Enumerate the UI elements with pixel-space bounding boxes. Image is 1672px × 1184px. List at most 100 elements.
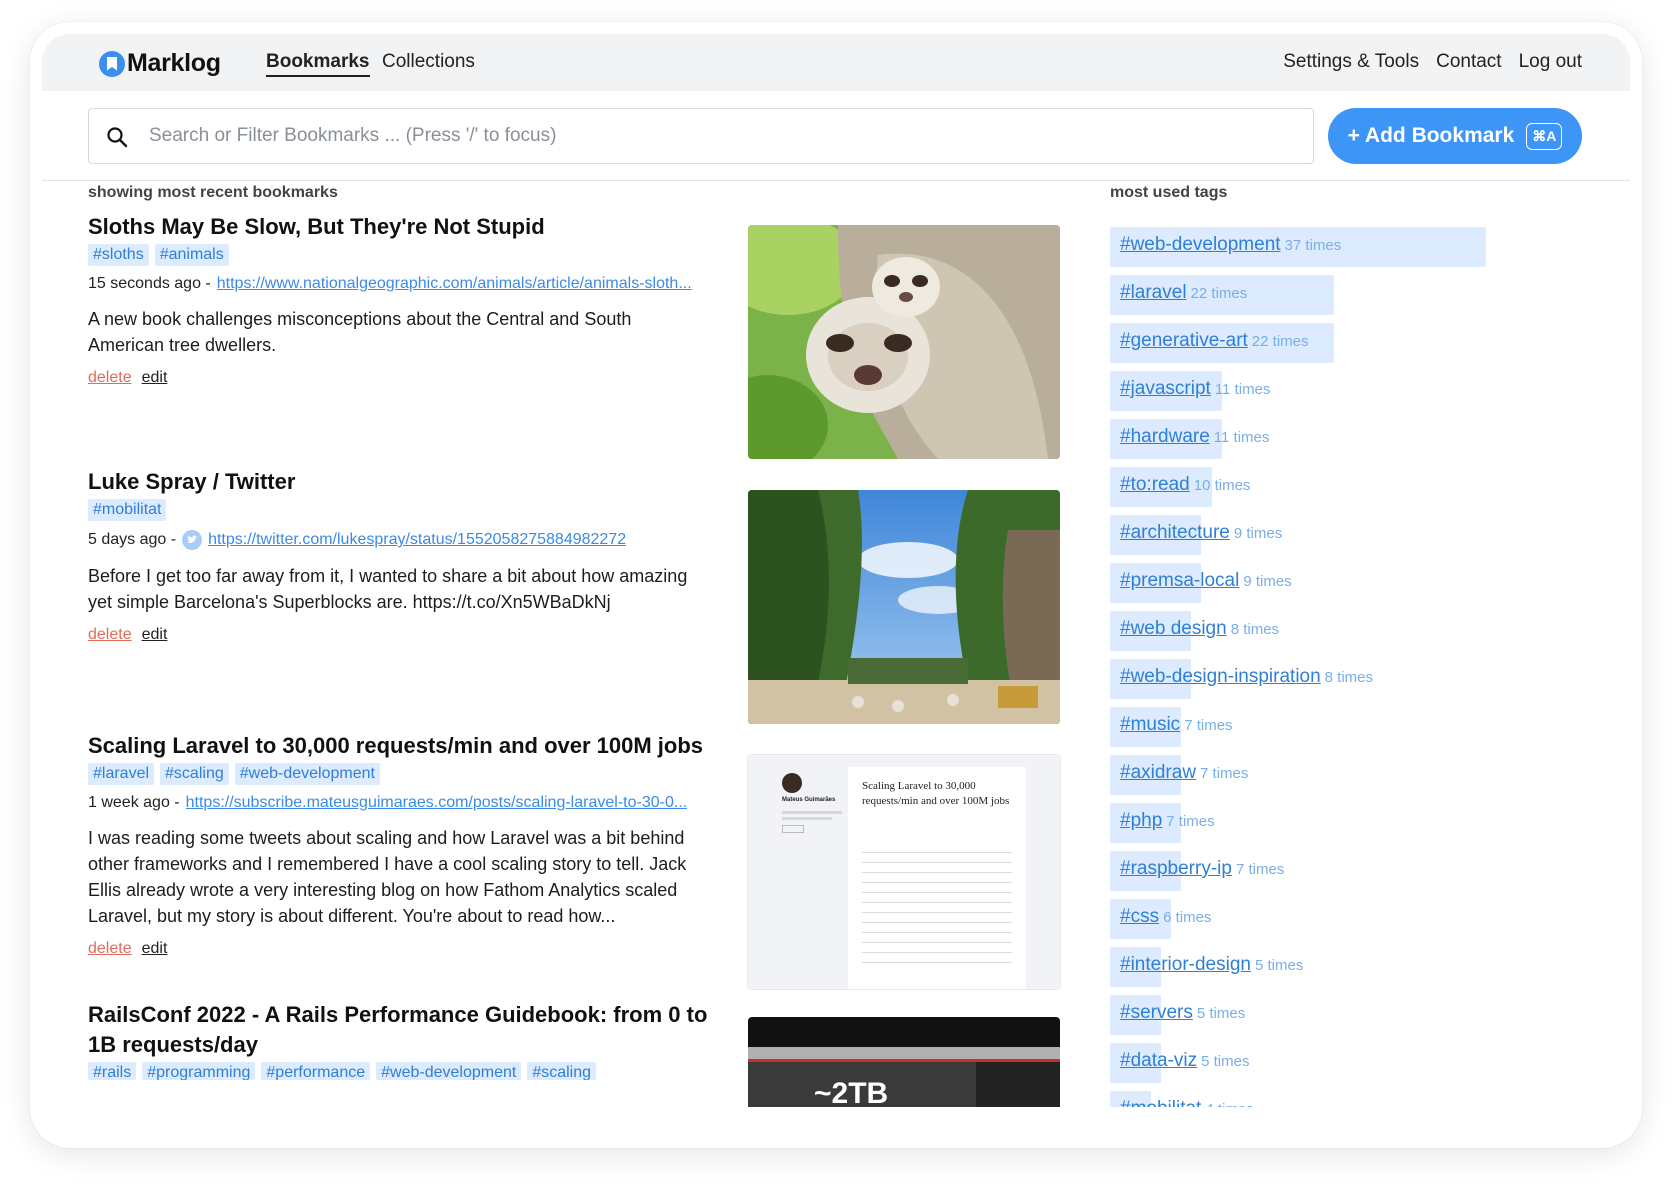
tag-row[interactable]: #generative-art 22 times [1110, 323, 1570, 363]
tag-chip[interactable]: #animals [154, 244, 229, 266]
bookmark-thumbnail-article[interactable]: Mateus Guimarães Scaling Laravel to 30,0… [748, 755, 1060, 989]
nav-contact[interactable]: Contact [1436, 51, 1501, 73]
tag-name-link[interactable]: #raspberry-ip [1120, 858, 1232, 879]
nav-settings[interactable]: Settings & Tools [1283, 51, 1419, 73]
bookmark-url[interactable]: https://www.nationalgeographic.com/anima… [217, 275, 692, 293]
tag-count: 10 times [1193, 477, 1251, 494]
tag-row[interactable]: #interior-design 5 times [1110, 947, 1570, 987]
edit-link[interactable]: edit [142, 626, 168, 644]
delete-link[interactable]: delete [88, 369, 132, 387]
bookmark-url[interactable]: https://twitter.com/lukespray/status/155… [208, 531, 626, 549]
tag-count: 5 times [1254, 957, 1304, 974]
tag-name-link[interactable]: #interior-design [1120, 954, 1251, 975]
subscribe-mini [782, 825, 804, 833]
tag-name-link[interactable]: #premsa-local [1120, 570, 1239, 591]
tag-row[interactable]: #web-design-inspiration 8 times [1110, 659, 1570, 699]
bookmark-title[interactable]: Scaling Laravel to 30,000 requests/min a… [88, 731, 728, 761]
shortcut-badge: ⌘A [1526, 122, 1563, 150]
tag-chip[interactable]: #web-development [376, 1062, 522, 1080]
tag-chip[interactable]: #performance [261, 1062, 371, 1080]
tag-name-link[interactable]: #architecture [1120, 522, 1230, 543]
tag-name-link[interactable]: #data-viz [1120, 1050, 1197, 1071]
bookmark-thumbnail-video[interactable]: ~2TB [748, 1017, 1060, 1107]
tag-row[interactable]: #premsa-local 9 times [1110, 563, 1570, 603]
tag-name-link[interactable]: #axidraw [1120, 762, 1196, 783]
tag-name-link[interactable]: #hardware [1120, 426, 1210, 447]
bookmark-title[interactable]: Sloths May Be Slow, But They're Not Stup… [88, 212, 708, 242]
bookmark-title[interactable]: RailsConf 2022 - A Rails Performance Gui… [88, 1000, 708, 1060]
tag-name-link[interactable]: #to:read [1120, 474, 1190, 495]
tag-chip[interactable]: #web-development [234, 763, 380, 785]
tag-row[interactable]: #javascript 11 times [1110, 371, 1570, 411]
tag-name-link[interactable]: #web-design-inspiration [1120, 666, 1321, 687]
tag-label: #to:read 10 times [1120, 474, 1250, 496]
tag-row[interactable]: #web-development 37 times [1110, 227, 1570, 267]
delete-link[interactable]: delete [88, 626, 132, 644]
tag-name-link[interactable]: #laravel [1120, 282, 1187, 303]
top-tags-list: #web-development 37 times #laravel 22 times… [1110, 227, 1570, 1107]
logo[interactable]: Marklog [99, 49, 221, 78]
tag-chip[interactable]: #laravel [88, 763, 155, 785]
tag-row[interactable]: #css 6 times [1110, 899, 1570, 939]
nav-logout[interactable]: Log out [1519, 51, 1582, 73]
bookmark-description: Before I get too far away from it, I wan… [88, 566, 688, 612]
tag-row[interactable]: #data-viz 5 times [1110, 1043, 1570, 1083]
tag-label: #css 6 times [1120, 906, 1211, 928]
tag-count: 6 times [1163, 909, 1212, 926]
article-title: Scaling Laravel to 30,000 requests/min a… [862, 780, 1010, 807]
add-bookmark-button[interactable]: + Add Bookmark ⌘A [1328, 108, 1582, 164]
tag-count: 7 times [1184, 717, 1233, 734]
tag-label: #generative-art 22 times [1120, 330, 1309, 352]
tag-count: 7 times [1200, 765, 1249, 782]
nav-collections[interactable]: Collections [382, 51, 475, 73]
tag-name-link[interactable]: #music [1120, 714, 1180, 735]
tag-row[interactable]: #architecture 9 times [1110, 515, 1570, 555]
search-input[interactable] [149, 109, 1299, 163]
bookmark-logo-icon [99, 50, 125, 77]
app-window: Marklog Bookmarks Collections Settings &… [30, 22, 1642, 1148]
tag-row[interactable]: #axidraw 7 times [1110, 755, 1570, 795]
bookmark-url[interactable]: https://subscribe.mateusguimaraes.com/po… [186, 794, 688, 812]
tag-name-link[interactable]: #web design [1120, 618, 1227, 639]
bookmark-title[interactable]: Luke Spray / Twitter [88, 467, 708, 497]
tag-chip[interactable]: #rails [88, 1062, 137, 1080]
tag-name-link[interactable]: #javascript [1120, 378, 1211, 399]
tag-label: #laravel 22 times [1120, 282, 1247, 304]
tag-chip[interactable]: #scaling [527, 1062, 597, 1080]
tag-chip[interactable]: #sloths [88, 244, 149, 266]
tag-count: 8 times [1324, 669, 1374, 686]
tag-chip[interactable]: #programming [142, 1062, 256, 1080]
tag-label: #music 7 times [1120, 714, 1233, 736]
tag-label: #servers 5 times [1120, 1002, 1245, 1024]
tag-row[interactable]: #web design 8 times [1110, 611, 1570, 651]
tag-row[interactable]: #music 7 times [1110, 707, 1570, 747]
edit-link[interactable]: edit [142, 940, 168, 958]
tag-name-link[interactable]: #css [1120, 906, 1159, 927]
search-box[interactable] [88, 108, 1314, 164]
delete-link[interactable]: delete [88, 940, 132, 958]
tag-row[interactable]: #servers 5 times [1110, 995, 1570, 1035]
tag-row[interactable]: #laravel 22 times [1110, 275, 1570, 315]
tag-name-link[interactable]: #mobilitat [1120, 1098, 1201, 1107]
tag-row[interactable]: #php 7 times [1110, 803, 1570, 843]
bookmark-description: A new book challenges misconceptions abo… [88, 309, 632, 355]
edit-link[interactable]: edit [142, 369, 168, 387]
tag-row[interactable]: #mobilitat 4 times [1110, 1091, 1570, 1107]
tag-name-link[interactable]: #web-development [1120, 234, 1281, 255]
tag-name-link[interactable]: #generative-art [1120, 330, 1248, 351]
tag-row[interactable]: #to:read 10 times [1110, 467, 1570, 507]
tag-chip[interactable]: #scaling [160, 763, 229, 785]
video-slide-text: ~2TB [814, 1077, 889, 1107]
nav-bookmarks[interactable]: Bookmarks [266, 51, 370, 77]
tag-row[interactable]: #raspberry-ip 7 times [1110, 851, 1570, 891]
tag-chip[interactable]: #mobilitat [88, 499, 167, 521]
add-bookmark-label: + Add Bookmark [1347, 124, 1515, 147]
bookmark-thumbnail-superblock[interactable] [748, 490, 1060, 724]
tag-row[interactable]: #hardware 11 times [1110, 419, 1570, 459]
tag-count: 8 times [1230, 621, 1280, 638]
bookmark-thumbnail-sloth[interactable] [748, 225, 1060, 459]
bookmark-time: 15 seconds ago [88, 275, 201, 292]
tag-name-link[interactable]: #php [1120, 810, 1162, 831]
tag-label: #web-design-inspiration 8 times [1120, 666, 1373, 688]
tag-name-link[interactable]: #servers [1120, 1002, 1193, 1023]
